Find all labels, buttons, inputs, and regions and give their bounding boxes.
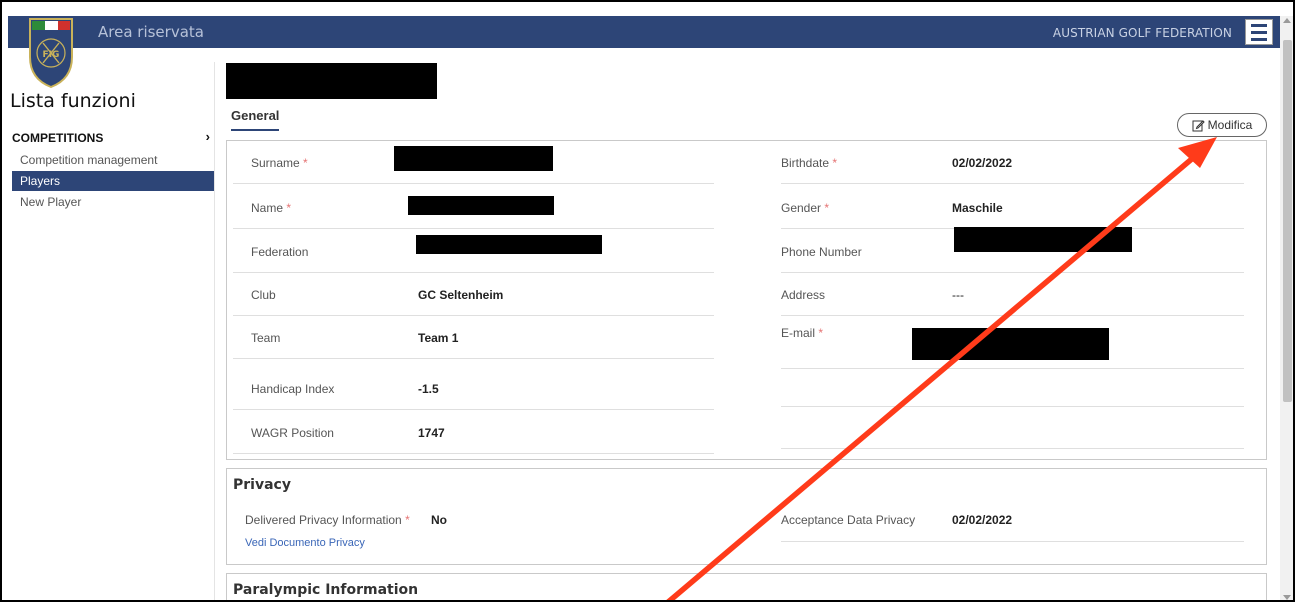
organization-name: AUSTRIAN GOLF FEDERATION — [1052, 26, 1232, 40]
federation-logo: FIG — [29, 18, 73, 89]
scroll-up-icon[interactable] — [1283, 18, 1291, 23]
field-row-address: Address --- — [781, 273, 1244, 316]
hamburger-menu-button[interactable] — [1245, 19, 1273, 45]
field-row-gender: Gender * Maschile — [781, 186, 1244, 229]
paralympic-title: Paralympic Information — [233, 582, 419, 598]
field-row-name: Name * — [233, 186, 714, 229]
app-window: Area riservata AUSTRIAN GOLF FEDERATION … — [0, 0, 1295, 602]
field-row-team: Team Team 1 — [233, 316, 714, 359]
email-value-redacted — [912, 328, 1109, 360]
chevron-right-icon: › — [205, 129, 210, 144]
field-row-email: E-mail * — [781, 316, 1244, 369]
sidebar-title: Lista funzioni — [10, 90, 136, 112]
field-label: Address — [781, 288, 826, 302]
field-row-birthdate: Birthdate * 02/02/2022 — [781, 141, 1244, 184]
phone-value-redacted — [954, 227, 1132, 252]
field-value: GC Seltenheim — [418, 288, 504, 302]
field-value: 02/02/2022 — [952, 156, 1013, 170]
field-label: Surname * — [251, 156, 308, 170]
field-label: Phone Number — [781, 245, 862, 259]
paralympic-panel: Paralympic Information — [226, 573, 1267, 600]
top-navbar: Area riservata AUSTRIAN GOLF FEDERATION — [8, 16, 1280, 48]
sidebar-section-label: COMPETITIONS — [12, 131, 104, 145]
field-row-empty — [781, 407, 1244, 449]
field-label: WAGR Position — [251, 426, 334, 440]
field-label: Federation — [251, 245, 309, 259]
field-label: Club — [251, 288, 276, 302]
sidebar-item-players[interactable]: Players — [12, 171, 214, 191]
player-name-redacted — [226, 63, 437, 99]
edit-button[interactable]: Modifica — [1177, 113, 1267, 137]
field-label: Gender * — [781, 201, 830, 215]
field-row-federation: Federation — [233, 230, 714, 273]
sidebar-divider — [214, 62, 215, 600]
field-row-empty — [781, 369, 1244, 407]
field-row-club: Club GC Seltenheim — [233, 273, 714, 316]
delivered-privacy-label: Delivered Privacy Information * — [245, 513, 410, 527]
edit-button-label: Modifica — [1207, 118, 1253, 132]
surname-value-redacted — [394, 146, 553, 171]
field-label: Birthdate * — [781, 156, 838, 170]
field-row-surname: Surname * — [233, 141, 714, 184]
privacy-title: Privacy — [233, 477, 291, 493]
sidebar-item-new-player[interactable]: New Player — [12, 192, 214, 212]
privacy-document-link[interactable]: Vedi Documento Privacy — [245, 537, 365, 549]
name-value-redacted — [408, 196, 554, 215]
vertical-scrollbar[interactable] — [1280, 16, 1293, 600]
app-title: Area riservata — [98, 23, 204, 41]
scroll-thumb[interactable] — [1283, 40, 1292, 402]
hamburger-icon — [1251, 23, 1267, 27]
edit-icon — [1192, 119, 1205, 131]
field-label: Handicap Index — [251, 382, 335, 396]
field-value: Maschile — [952, 201, 1003, 215]
general-info-panel: Surname * Name * Federation Club GC Selt… — [226, 140, 1267, 460]
field-value: Team 1 — [418, 331, 459, 345]
acceptance-privacy-value: 02/02/2022 — [952, 513, 1013, 527]
field-row-handicap-index: Handicap Index -1.5 — [233, 367, 714, 410]
delivered-privacy-value: No — [431, 513, 447, 527]
federation-value-redacted — [416, 235, 602, 254]
field-row-wagr-position: WAGR Position 1747 — [233, 411, 714, 454]
tab-general[interactable]: General — [231, 108, 280, 131]
sidebar-item-competition-management[interactable]: Competition management — [12, 150, 214, 170]
field-label: E-mail * — [781, 326, 824, 340]
scroll-down-icon[interactable] — [1283, 595, 1291, 600]
field-row-phone-number: Phone Number — [781, 227, 1244, 273]
field-value: 1747 — [418, 426, 445, 440]
acceptance-privacy-label: Acceptance Data Privacy — [781, 513, 916, 527]
field-label: Name * — [251, 201, 292, 215]
sidebar-section-competitions[interactable]: COMPETITIONS › — [12, 128, 214, 148]
acceptance-privacy-row: Acceptance Data Privacy 02/02/2022 — [781, 497, 1244, 542]
privacy-panel: Privacy Delivered Privacy Information * … — [226, 468, 1267, 565]
field-value: -1.5 — [418, 382, 439, 396]
field-label: Team — [251, 331, 281, 345]
logo-lettering: FIG — [43, 50, 60, 60]
field-value: --- — [952, 288, 964, 302]
